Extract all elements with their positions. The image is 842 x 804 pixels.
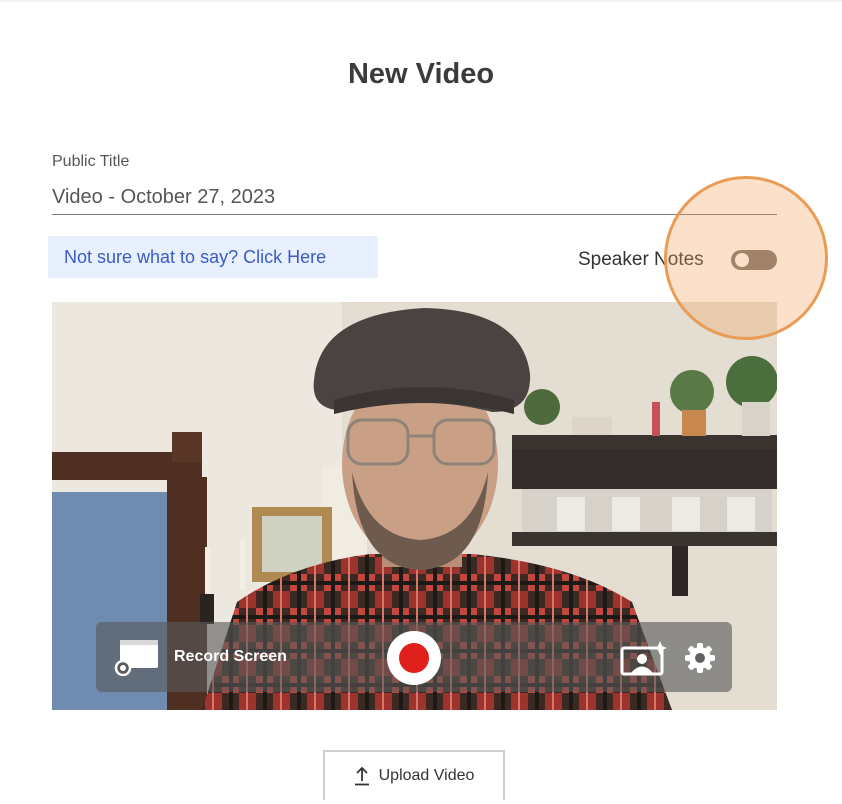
speaker-notes-toggle[interactable]: [731, 250, 777, 270]
settings-button[interactable]: [684, 642, 716, 674]
record-screen-button[interactable]: Record Screen: [112, 638, 287, 676]
speaker-notes-label: Speaker Notes: [578, 249, 704, 270]
record-button[interactable]: [387, 631, 441, 685]
record-screen-icon: [114, 640, 158, 676]
top-divider: [0, 0, 842, 2]
public-title-label: Public Title: [52, 153, 130, 170]
speaker-help-link[interactable]: Not sure what to say? Click Here: [48, 236, 378, 278]
upload-video-button[interactable]: Upload Video: [323, 750, 505, 800]
upload-arrow-icon: [354, 766, 369, 786]
record-icon: [399, 643, 429, 673]
video-control-bar: Record Screen: [96, 622, 732, 692]
toggle-knob: [735, 253, 749, 267]
upload-video-label: Upload Video: [378, 767, 475, 784]
portrait-sparkle-icon: [620, 641, 667, 676]
background-effects-button[interactable]: [620, 640, 668, 676]
help-link-label: Not sure what to say? Click Here: [64, 246, 327, 267]
public-title-input[interactable]: [52, 180, 777, 215]
webcam-preview: Record Screen: [52, 302, 777, 710]
gear-icon: [685, 643, 715, 673]
page-title: New Video: [347, 58, 495, 90]
record-screen-label: Record Screen: [174, 648, 287, 665]
